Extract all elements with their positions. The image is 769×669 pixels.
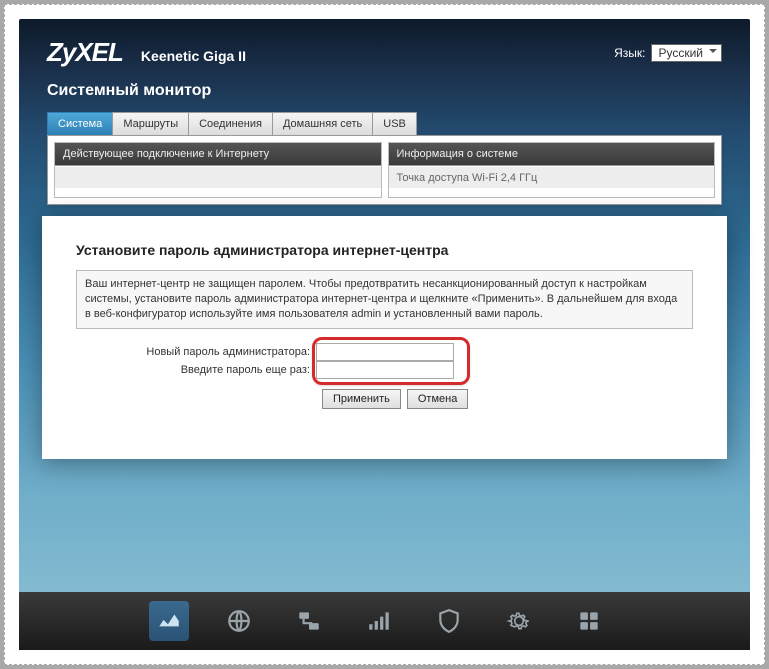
input-new-password[interactable]	[316, 343, 454, 361]
panel-sysinfo: Информация о системе Точка доступа Wi-Fi…	[388, 142, 716, 198]
tab-system[interactable]: Система	[47, 112, 113, 135]
tab-connections[interactable]: Соединения	[188, 112, 273, 135]
tabs: Система Маршруты Соединения Домашняя сет…	[19, 112, 750, 135]
nav-shield-icon[interactable]	[429, 601, 469, 641]
nav-apps-icon[interactable]	[569, 601, 609, 641]
model-name: Keenetic Giga II	[141, 48, 246, 64]
language-label: Язык:	[614, 46, 645, 60]
label-confirm-password: Введите пароль еще раз:	[76, 364, 316, 376]
nav-gear-icon[interactable]	[499, 601, 539, 641]
tab-routes[interactable]: Маршруты	[112, 112, 189, 135]
nav-network-icon[interactable]	[289, 601, 329, 641]
brand: ZyXEL Keenetic Giga II	[47, 37, 246, 68]
panel-sysinfo-title: Информация о системе	[389, 143, 715, 166]
modal-buttons: Применить Отмена	[76, 389, 693, 409]
modal-info-text: Ваш интернет-центр не защищен паролем. Ч…	[76, 270, 693, 329]
row-confirm-password: Введите пароль еще раз:	[76, 361, 693, 379]
content-frame: Действующее подключение к Интернету Инфо…	[47, 135, 722, 205]
language-value[interactable]: Русский	[651, 44, 722, 62]
bottom-nav	[19, 592, 750, 650]
nav-globe-icon[interactable]	[219, 601, 259, 641]
cancel-button[interactable]: Отмена	[407, 389, 468, 409]
row-new-password: Новый пароль администратора:	[76, 343, 693, 361]
language-selector[interactable]: Язык: Русский	[614, 44, 722, 62]
page-title: Системный монитор	[19, 72, 750, 112]
nav-monitor-icon[interactable]	[149, 601, 189, 641]
panel-connection: Действующее подключение к Интернету	[54, 142, 382, 198]
panel-connection-body	[55, 166, 381, 188]
nav-signal-icon[interactable]	[359, 601, 399, 641]
top-bar: ZyXEL Keenetic Giga II Язык: Русский	[19, 19, 750, 72]
apply-button[interactable]: Применить	[322, 389, 401, 409]
modal-title: Установите пароль администратора интерне…	[76, 242, 693, 258]
input-confirm-password[interactable]	[316, 361, 454, 379]
panel-connection-title: Действующее подключение к Интернету	[55, 143, 381, 166]
label-new-password: Новый пароль администратора:	[76, 346, 316, 358]
admin-password-modal: Установите пароль администратора интерне…	[42, 216, 727, 459]
logo: ZyXEL	[47, 37, 123, 68]
tab-usb[interactable]: USB	[372, 112, 417, 135]
tab-homenet[interactable]: Домашняя сеть	[272, 112, 373, 135]
panel-sysinfo-body: Точка доступа Wi-Fi 2,4 ГГц	[389, 166, 715, 188]
